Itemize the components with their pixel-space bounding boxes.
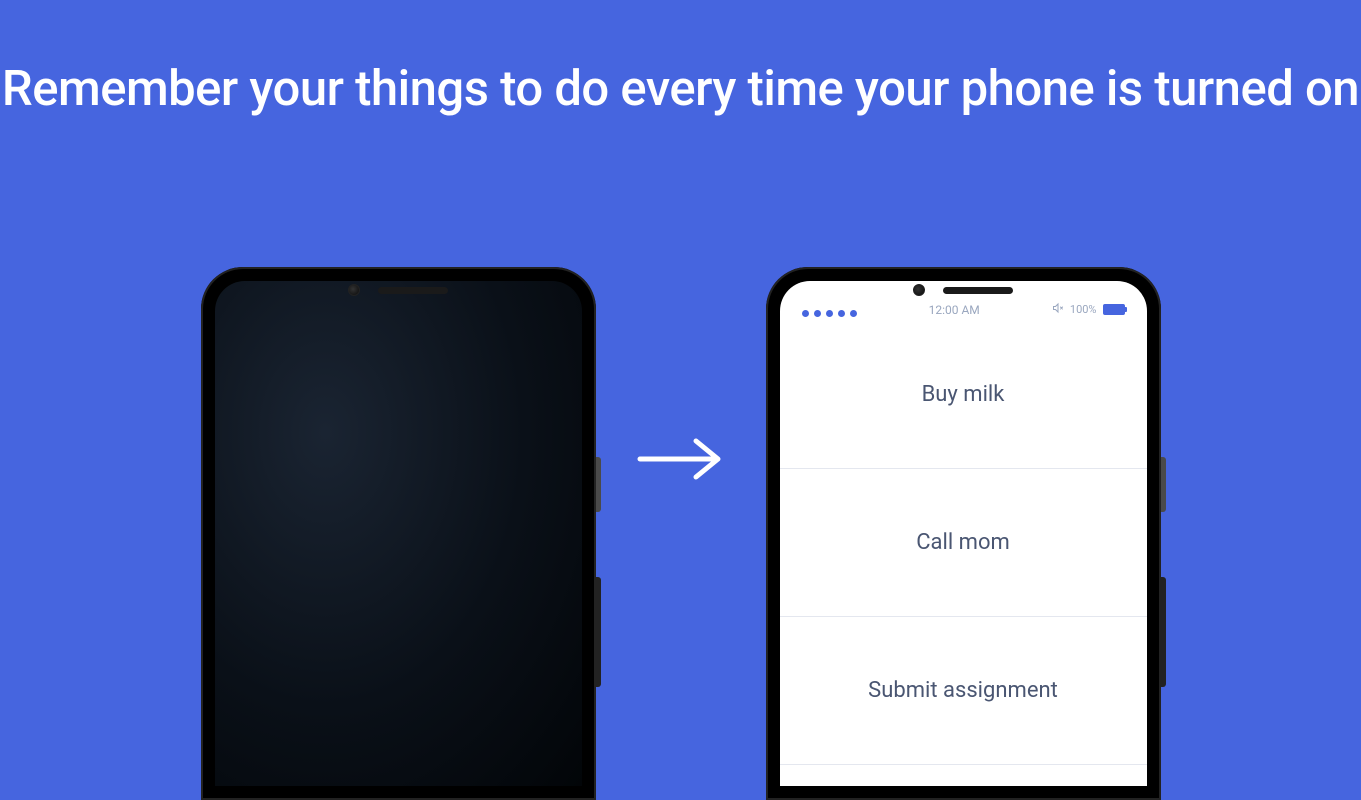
headline-text: Remember your things to do every time yo… (0, 0, 1361, 122)
volume-button-icon (596, 577, 601, 687)
power-button-icon (1161, 457, 1166, 512)
phone-on-frame: 12:00 AM 100% Buy milk Call mom Submit a… (766, 267, 1161, 800)
volume-button-icon (1161, 577, 1166, 687)
arrow-right-icon (636, 434, 726, 484)
power-button-icon (596, 457, 601, 512)
phones-row: 12:00 AM 100% Buy milk Call mom Submit a… (0, 267, 1361, 800)
todo-item[interactable]: Submit assignment (780, 617, 1147, 765)
camera-icon (913, 284, 925, 296)
battery-icon (1103, 304, 1125, 315)
phone-off-frame (201, 267, 596, 800)
status-time: 12:00 AM (929, 303, 980, 317)
todo-list: Buy milk Call mom Submit assignment (780, 321, 1147, 786)
phone-hardware (201, 275, 596, 305)
camera-icon (348, 284, 360, 296)
signal-dots-icon (802, 310, 857, 317)
phone-screen-on: 12:00 AM 100% Buy milk Call mom Submit a… (780, 281, 1147, 786)
phone-hardware (766, 275, 1161, 305)
todo-item[interactable]: Call mom (780, 469, 1147, 617)
speaker-icon (378, 287, 448, 294)
todo-item[interactable]: Buy milk (780, 321, 1147, 469)
phone-screen-off (215, 281, 582, 786)
speaker-icon (943, 287, 1013, 294)
